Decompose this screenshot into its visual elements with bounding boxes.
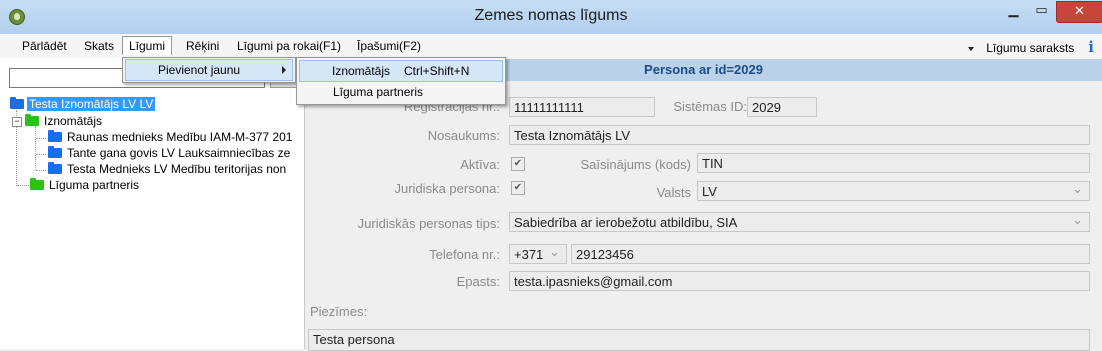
abbr-label: Saīsinājums (kods) xyxy=(580,157,691,172)
add-new-submenu: Iznomātājs Ctrl+Shift+N Līguma partneris xyxy=(296,57,506,105)
type-select[interactable]: Sabiedrība ar ierobežotu atbildību, SIA xyxy=(509,210,1090,232)
contracts-menu: Pievienot jaunu xyxy=(122,57,296,83)
name-label: Nosaukums: xyxy=(427,128,500,143)
tree-item[interactable]: Tante gana govis LV Lauksaimniecības ze xyxy=(48,145,292,161)
window-title: Zemes nomas līgums xyxy=(474,7,628,24)
info-icon[interactable]: i xyxy=(1088,38,1094,56)
phone-label: Telefona nr.: xyxy=(429,247,500,262)
abbr-field[interactable]: TIN xyxy=(697,153,1090,173)
reg-field[interactable]: 11111111111 xyxy=(509,97,655,117)
notes-label: Piezīmes: xyxy=(310,304,368,319)
tree-panel: Testa Iznomātājs LV LV − Iznomātājs Rauna… xyxy=(0,58,305,349)
minimize-button[interactable]: ▁ xyxy=(1000,1,1027,21)
menu-contracts[interactable]: Līgumi xyxy=(122,36,173,55)
title-bar: Zemes nomas līgums ▁ ▭ ✕ xyxy=(0,0,1102,35)
type-label: Juridiskās personas tips: xyxy=(357,216,500,231)
menu-invoices[interactable]: Rēķini xyxy=(180,37,225,55)
folder-icon xyxy=(25,114,39,126)
tree-item[interactable]: Raunas mednieks Medību IAM-M-377 201 xyxy=(48,129,294,145)
menu-manual-contracts[interactable]: Līgumi pa rokai(F1) xyxy=(231,37,347,55)
email-label: Epasts: xyxy=(456,274,500,289)
email-field[interactable]: testa.ipasnieks@gmail.com xyxy=(509,271,1090,291)
menu-properties[interactable]: Īpašumi(F2) xyxy=(351,37,427,55)
folder-icon xyxy=(48,162,62,174)
submenu-arrow-icon xyxy=(282,66,286,74)
sysid-field[interactable]: 2029 xyxy=(747,97,817,117)
tree-item-root[interactable]: Testa Iznomātājs LV LV xyxy=(10,96,156,112)
folder-icon xyxy=(48,146,62,158)
folder-icon xyxy=(48,130,62,142)
menu-bar: Pārlādēt Skats Līgumi Rēķini Līgumi pa r… xyxy=(0,34,1102,58)
add-new-menu-item[interactable]: Pievienot jaunu xyxy=(125,59,293,81)
person-form: Reģistrācijas nr.: 11111111111 Sistēmas … xyxy=(305,81,1102,351)
notes-textarea[interactable]: Testa persona xyxy=(308,329,1090,351)
phone-code-select[interactable]: +371 xyxy=(509,242,567,264)
add-lessor-menu-item[interactable]: Iznomātājs Ctrl+Shift+N xyxy=(299,60,503,82)
tree-group-lessor[interactable]: − Iznomātājs xyxy=(12,113,104,129)
phone-field[interactable]: 29123456 xyxy=(571,244,1090,264)
collapse-icon[interactable]: − xyxy=(12,117,22,127)
legal-checkbox[interactable]: ✔ xyxy=(511,181,525,195)
sysid-label: Sistēmas ID: xyxy=(673,99,747,114)
contract-list-link[interactable]: Līgumu saraksts xyxy=(986,41,1074,55)
active-checkbox[interactable]: ✔ xyxy=(511,157,525,171)
menu-reload[interactable]: Pārlādēt xyxy=(16,37,73,55)
legal-label: Juridiska persona: xyxy=(394,181,501,196)
menu-view[interactable]: Skats xyxy=(78,37,120,55)
close-button[interactable]: ✕ xyxy=(1056,1,1102,23)
folder-icon xyxy=(10,97,24,109)
active-label: Aktīva: xyxy=(460,157,500,172)
tree-item[interactable]: Testa Mednieks LV Medību teritorijas non xyxy=(48,161,288,177)
folder-icon xyxy=(30,178,44,190)
shortcut-label: Ctrl+Shift+N xyxy=(404,64,470,78)
name-field[interactable]: Testa Iznomātājs LV xyxy=(509,125,1090,145)
country-label: Valsts xyxy=(656,185,691,200)
country-select[interactable]: LV xyxy=(697,179,1090,201)
tree-group-partner[interactable]: Līguma partneris xyxy=(30,177,141,193)
add-partner-menu-item[interactable]: Līguma partneris xyxy=(299,82,501,102)
dropdown-arrow-icon[interactable] xyxy=(968,46,975,51)
maximize-button[interactable]: ▭ xyxy=(1028,1,1055,21)
